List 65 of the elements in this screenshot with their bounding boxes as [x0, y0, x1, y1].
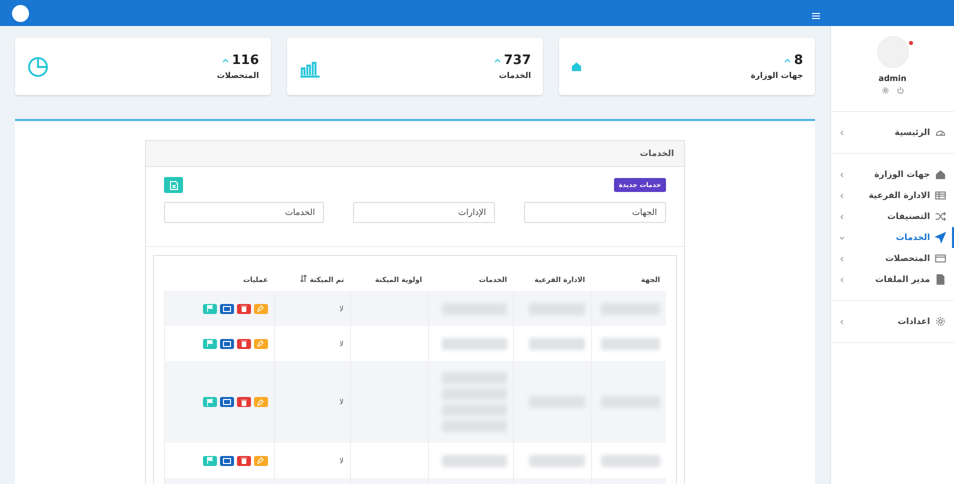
delete-button[interactable] — [236, 397, 250, 407]
filter-select[interactable]: الجهات — [524, 202, 666, 223]
send-icon — [935, 232, 946, 243]
home-icon — [571, 61, 582, 72]
edit-button[interactable] — [254, 338, 268, 348]
stat-label: المتحصلات — [216, 71, 259, 80]
sort-icon[interactable] — [300, 275, 308, 282]
user-name: admin — [878, 74, 906, 83]
list-icon — [935, 190, 946, 201]
edit-icon — [257, 457, 264, 464]
sidebar-item[interactable]: التصنيفات — [831, 206, 954, 227]
window-icon — [222, 458, 230, 464]
delete-button[interactable] — [236, 338, 250, 348]
filter-select[interactable]: الخدمات — [164, 202, 324, 223]
flag-icon — [206, 398, 212, 406]
sidebar-item[interactable]: جهات الوزارة — [831, 164, 954, 185]
edit-icon — [257, 340, 264, 347]
flag-icon — [206, 340, 212, 347]
stat-label: الخدمات — [498, 71, 531, 80]
excel-file-icon — [170, 180, 178, 190]
stat-value: 116 — [232, 53, 259, 68]
settings-icon[interactable] — [882, 87, 888, 94]
home-icon — [935, 169, 946, 180]
trash-icon — [240, 457, 246, 464]
window-icon — [222, 306, 230, 312]
trash-icon — [240, 398, 246, 406]
delete-button[interactable] — [236, 456, 250, 466]
trash-icon — [240, 305, 246, 312]
stat-label: جهات الوزارة — [750, 71, 803, 80]
details-button[interactable] — [220, 304, 234, 314]
avatar-icon — [12, 5, 29, 22]
caret-icon — [222, 58, 229, 63]
caret-icon — [784, 58, 791, 63]
pie-chart-icon — [27, 56, 49, 78]
flag-icon — [206, 457, 212, 464]
flag-icon — [206, 305, 212, 312]
details-button[interactable] — [220, 456, 234, 466]
file-icon — [935, 274, 946, 285]
sidebar-item[interactable]: الخدمات — [831, 227, 954, 248]
window-icon — [222, 399, 230, 405]
gear-icon — [935, 316, 946, 327]
stat-value: 8 — [794, 53, 803, 68]
edit-button[interactable] — [254, 397, 268, 407]
sidebar-item[interactable]: المتحصلات — [831, 248, 954, 269]
panel-title: الخدمات — [146, 141, 684, 167]
edit-icon — [257, 305, 264, 312]
edit-button[interactable] — [254, 456, 268, 466]
excel-export-button[interactable] — [164, 177, 183, 193]
window-icon — [222, 340, 230, 346]
details-button[interactable] — [220, 397, 234, 407]
filter-select[interactable]: الإدارات — [353, 202, 495, 223]
details-button[interactable] — [220, 338, 234, 348]
edit-icon — [257, 398, 264, 406]
sidebar-item[interactable]: الادارة الفرعية — [831, 185, 954, 206]
sidebar-item[interactable]: مدير الملفات — [831, 269, 954, 290]
edit-button[interactable] — [254, 304, 268, 314]
power-icon[interactable] — [896, 87, 904, 94]
card-icon — [935, 253, 946, 264]
stat-value: 737 — [504, 53, 531, 68]
caret-icon — [494, 58, 501, 63]
delete-button[interactable] — [236, 304, 250, 314]
trash-icon — [240, 340, 246, 347]
shuffle-icon — [935, 211, 946, 222]
sidebar-item[interactable]: اعدادات — [831, 311, 954, 332]
sidebar-item[interactable]: الرئيسية — [831, 122, 954, 143]
